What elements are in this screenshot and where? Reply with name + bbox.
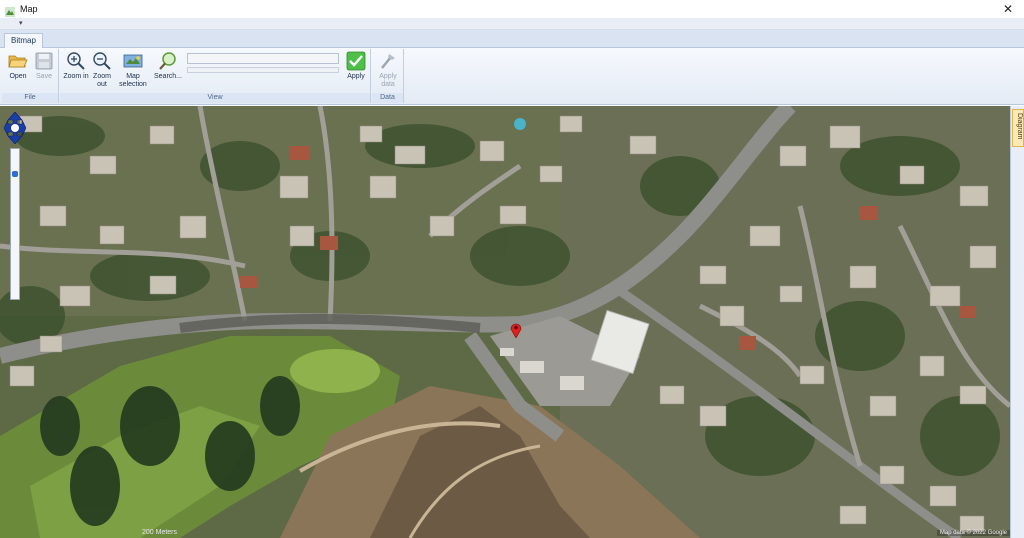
satellite-map[interactable]: [0, 106, 1010, 538]
ribbon-group-view: Zoom in Zoom out Map selection Search...: [60, 49, 371, 103]
apply-check-icon: [346, 51, 366, 71]
satellite-imagery: [0, 106, 1010, 538]
pan-control[interactable]: [3, 111, 27, 145]
apply-button[interactable]: Apply: [342, 51, 370, 81]
ribbon-tab-strip: Bitmap: [0, 30, 1024, 49]
zoom-in-label: Zoom in: [63, 73, 89, 80]
close-icon[interactable]: ✕: [1000, 1, 1016, 17]
tab-bitmap[interactable]: Bitmap: [4, 33, 43, 49]
apply-data-button[interactable]: Apply data: [374, 51, 402, 89]
zoom-out-icon: [92, 51, 112, 71]
search-button[interactable]: Search...: [153, 51, 183, 81]
map-selection-label: Map selection: [119, 73, 147, 88]
file-group-label: File: [2, 93, 58, 103]
map-app-icon: [5, 4, 15, 17]
map-attribution: Map data © 2022 Google: [936, 530, 1010, 536]
side-panel: Diagram: [1010, 106, 1024, 538]
data-group-label: Data: [372, 93, 403, 103]
apply-data-icon: [378, 51, 398, 71]
search-icon: [158, 51, 178, 71]
search-label: Search...: [153, 73, 182, 80]
zoom-slider-thumb[interactable]: [12, 171, 18, 177]
zoom-out-label: Zoom out: [93, 73, 111, 88]
map-window: Map ✕ ▾ Bitmap Open Save File Zoom in Zo…: [0, 0, 1024, 538]
address-field[interactable]: [187, 53, 339, 64]
save-disk-icon: [34, 51, 54, 71]
zoom-in-button[interactable]: Zoom in: [62, 51, 90, 81]
zoom-slider[interactable]: [10, 148, 20, 300]
tab-diagram[interactable]: Diagram: [1012, 109, 1024, 147]
ribbon: Open Save File Zoom in Zoom out Map sele…: [0, 48, 1024, 105]
map-selection-button[interactable]: Map selection: [114, 51, 152, 89]
apply-label: Apply: [347, 73, 365, 80]
folder-open-icon: [8, 51, 28, 71]
view-group-label: View: [60, 93, 370, 103]
zoom-out-button[interactable]: Zoom out: [88, 51, 116, 89]
progress-bar: [187, 67, 339, 73]
save-button[interactable]: Save: [30, 51, 58, 81]
scale-label: 200 Meters: [142, 529, 178, 536]
location-marker-icon[interactable]: [510, 322, 522, 339]
window-title: Map: [20, 4, 38, 14]
map-selection-icon: [123, 51, 143, 71]
zoom-in-icon: [66, 51, 86, 71]
apply-data-label: Apply data: [379, 73, 397, 88]
qat-dropdown-icon[interactable]: ▾: [19, 19, 23, 27]
open-button[interactable]: Open: [4, 51, 32, 81]
quick-access-toolbar: ▾: [0, 18, 1024, 30]
ribbon-group-data: Apply data Data: [372, 49, 404, 103]
title-bar: Map ✕: [0, 0, 1024, 18]
diagram-tab-label: Diagram: [1016, 113, 1023, 140]
ribbon-group-file: Open Save File: [2, 49, 59, 103]
open-label: Open: [9, 73, 27, 80]
save-label: Save: [36, 73, 52, 80]
